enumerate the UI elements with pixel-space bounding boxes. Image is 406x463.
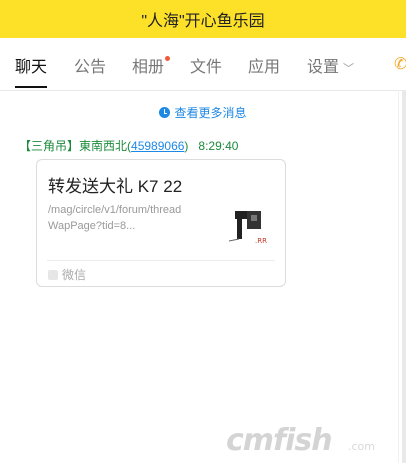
tab-announcements-label: 公告	[74, 59, 107, 76]
phone-icon[interactable]: ✆	[394, 55, 406, 75]
window-title: "人海"开心鱼乐园	[141, 13, 265, 30]
scrollbar[interactable]	[402, 90, 406, 463]
title-bar: "人海"开心鱼乐园	[0, 0, 406, 38]
tab-settings[interactable]: 设置 ﹀	[307, 38, 354, 90]
card-url: /mag/circle/v1/forum/threadWapPage?tid=8…	[48, 204, 182, 232]
view-more-messages-link[interactable]: 查看更多消息	[0, 104, 406, 121]
wechat-icon	[48, 270, 58, 280]
sender-name[interactable]: 東南西北	[79, 139, 127, 153]
card-divider	[47, 260, 275, 261]
tab-apps[interactable]: 应用	[248, 38, 280, 90]
card-title: 转发送大礼 K7 22	[48, 177, 183, 196]
card-source-label: 微信	[62, 268, 87, 282]
notification-dot	[165, 56, 171, 61]
view-more-messages-label: 查看更多消息	[174, 106, 247, 120]
watermark-logo: cmfish .com	[226, 423, 375, 458]
tab-chat[interactable]: 聊天	[15, 38, 48, 90]
message-time: 8:29:40	[198, 139, 239, 153]
tab-album[interactable]: 相册	[132, 38, 171, 90]
message-header: 【三角吊】東南西北(45989066) 8:29:40	[19, 137, 238, 154]
tab-chat-label: 聊天	[15, 59, 48, 76]
clock-icon	[159, 107, 171, 118]
tab-settings-label: 设置	[307, 59, 340, 76]
tab-album-label: 相册	[132, 59, 165, 76]
tab-apps-label: 应用	[248, 59, 281, 76]
watermark-text: cmfish	[226, 423, 332, 458]
tab-announcements[interactable]: 公告	[74, 38, 106, 90]
shared-link-card[interactable]: 转发送大礼 K7 22 /mag/circle/v1/forum/threadW…	[36, 159, 286, 287]
tab-files[interactable]: 文件	[190, 38, 222, 90]
sender-qq-link[interactable]: 45989066	[131, 139, 184, 153]
card-source: 微信	[48, 266, 86, 283]
card-thumbnail-text: .RR	[255, 237, 267, 245]
card-thumbnail: .RR	[228, 211, 267, 245]
sender-qq-close: )	[184, 139, 189, 153]
tab-files-label: 文件	[190, 59, 223, 76]
chevron-down-icon: ﹀	[343, 63, 355, 75]
sender-tag: 【三角吊】	[19, 139, 80, 153]
tab-bar: 聊天 公告 相册 文件 应用 设置 ﹀	[0, 38, 406, 91]
active-tab-indicator	[15, 86, 48, 88]
watermark-suffix: .com	[348, 440, 375, 453]
panel-divider	[398, 90, 399, 463]
